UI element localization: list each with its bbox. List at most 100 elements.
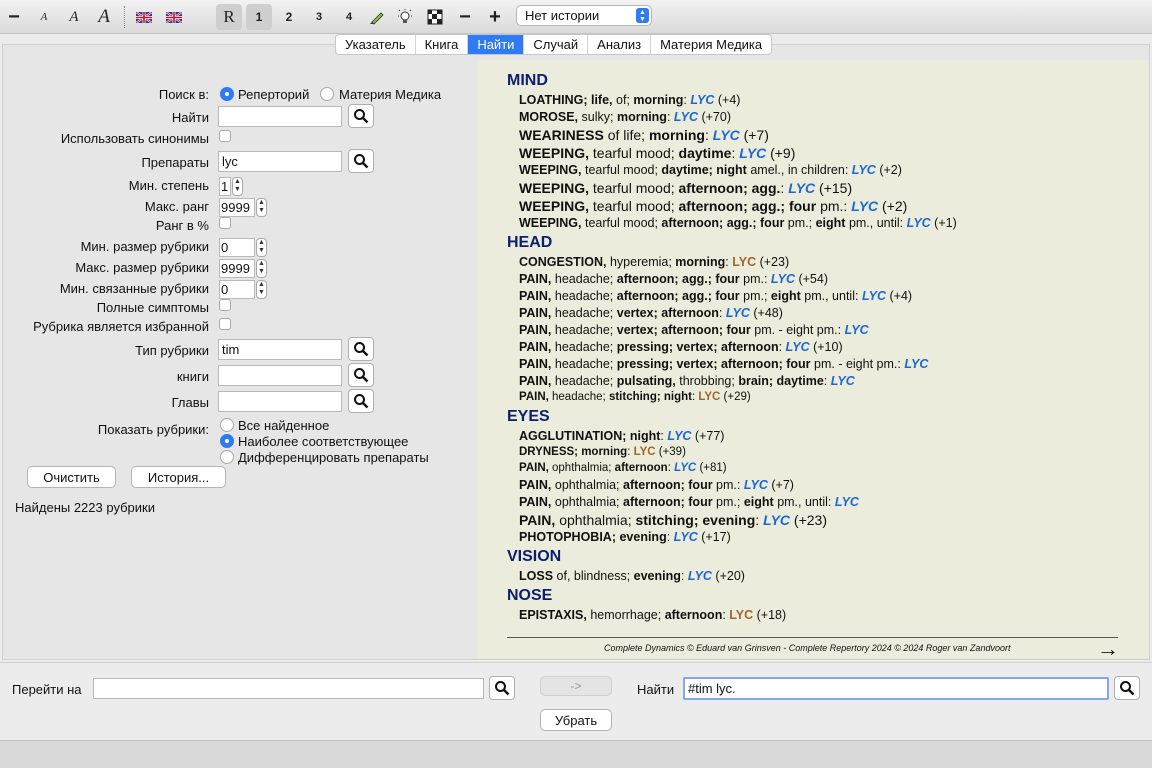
- remedy-link[interactable]: LYC: [674, 110, 698, 124]
- max-rubric-size-stepper[interactable]: ▲ ▼: [256, 259, 267, 278]
- remove-button[interactable]: Убрать: [540, 709, 612, 731]
- zoom-out-button[interactable]: −: [455, 4, 475, 30]
- remedy-link[interactable]: LYC: [862, 289, 886, 303]
- font-decrease-button[interactable]: −: [4, 4, 24, 30]
- language-en-button[interactable]: [135, 4, 153, 30]
- goto-input[interactable]: [93, 678, 484, 699]
- max-rubric-size-input[interactable]: 9999: [219, 259, 255, 278]
- rubric-row[interactable]: AGGLUTINATION; night: LYC (+77): [519, 429, 724, 443]
- rubric-row[interactable]: MOROSE, sulky; morning: LYC (+70): [519, 110, 731, 124]
- remedy-link[interactable]: LYC: [851, 198, 878, 214]
- rubric-row[interactable]: PAIN, headache; afternoon; agg.; four pm…: [519, 272, 828, 286]
- rubric-row[interactable]: PAIN, headache; stitching; night: LYC (+…: [519, 391, 751, 403]
- search-in-materia-medica-radio[interactable]: [320, 87, 334, 101]
- books-search-button[interactable]: [348, 363, 374, 387]
- tab-analysis[interactable]: Анализ: [588, 35, 652, 54]
- find-bottom-search-button[interactable]: [1114, 676, 1140, 700]
- show-best-match-radio[interactable]: [220, 434, 234, 448]
- rubric-row[interactable]: WEEPING, tearful mood; daytime; night am…: [519, 163, 902, 177]
- remedy-link[interactable]: LYC: [763, 512, 790, 528]
- rubric-row[interactable]: WEEPING, tearful mood; afternoon; agg.: …: [519, 180, 852, 196]
- remedy-link[interactable]: LYC: [698, 391, 720, 403]
- remedy-link[interactable]: LYC: [739, 145, 766, 161]
- find-input[interactable]: [218, 106, 342, 127]
- remedy-link[interactable]: LYC: [690, 93, 714, 107]
- hint-button[interactable]: [395, 4, 415, 30]
- min-degree-stepper[interactable]: ▲ ▼: [232, 177, 243, 196]
- rubric-type-search-button[interactable]: [348, 337, 374, 361]
- rubric-row[interactable]: PAIN, headache; afternoon; agg.; four pm…: [519, 289, 912, 303]
- max-rank-input[interactable]: 9999: [219, 198, 255, 217]
- chapters-search-button[interactable]: [348, 389, 374, 413]
- tab-find[interactable]: Найти: [468, 35, 525, 54]
- font-medium-button[interactable]: A: [64, 4, 84, 30]
- chapter-heading[interactable]: VISION: [507, 548, 561, 566]
- rubric-row[interactable]: WEARINESS of life; morning: LYC (+7): [519, 127, 769, 143]
- remedy-link[interactable]: LYC: [845, 323, 869, 337]
- remedy-link[interactable]: LYC: [732, 255, 756, 269]
- remedy-link[interactable]: LYC: [852, 163, 876, 177]
- next-page-arrow-icon[interactable]: →: [1097, 638, 1119, 660]
- remedy-link[interactable]: LYC: [634, 446, 656, 458]
- arrow-button[interactable]: ->: [540, 676, 612, 696]
- tab-book[interactable]: Книга: [416, 35, 469, 54]
- remedy-link[interactable]: LYC: [786, 340, 810, 354]
- remedy-link[interactable]: LYC: [788, 180, 815, 196]
- remedy-link[interactable]: LYC: [674, 462, 696, 474]
- language-en-alt-button[interactable]: [165, 4, 183, 30]
- tab-case[interactable]: Случай: [524, 35, 589, 54]
- min-rubric-size-stepper[interactable]: ▲ ▼: [256, 238, 267, 257]
- min-related-input[interactable]: 0: [219, 280, 255, 299]
- rubric-row[interactable]: EPISTAXIS, hemorrhage; afternoon: LYC (+…: [519, 608, 786, 622]
- chapter-heading[interactable]: EYES: [507, 408, 550, 426]
- show-differentiate-radio[interactable]: [220, 450, 234, 464]
- zoom-in-button[interactable]: +: [485, 4, 505, 30]
- rubric-row[interactable]: PAIN, ophthalmia; afternoon: LYC (+81): [519, 462, 727, 474]
- level-1-button[interactable]: 1: [246, 4, 272, 30]
- level-4-button[interactable]: 4: [339, 4, 359, 30]
- rubric-row[interactable]: CONGESTION, hyperemia; morning: LYC (+23…: [519, 255, 789, 269]
- remedies-input[interactable]: lyc: [218, 151, 342, 172]
- tab-materia-medica[interactable]: Материя Медика: [651, 35, 771, 54]
- books-input[interactable]: [218, 365, 342, 386]
- rubric-row[interactable]: PAIN, headache; pressing; vertex; aftern…: [519, 340, 843, 354]
- remedy-link[interactable]: LYC: [726, 306, 750, 320]
- history-button[interactable]: История...: [131, 466, 226, 488]
- favorite-checkbox[interactable]: [219, 318, 231, 330]
- rubric-type-input[interactable]: tim: [218, 339, 342, 360]
- remedy-link[interactable]: LYC: [831, 374, 855, 388]
- find-bottom-input[interactable]: #tim lyc.: [683, 677, 1109, 700]
- level-2-button[interactable]: 2: [279, 4, 299, 30]
- remedy-link[interactable]: LYC: [907, 216, 931, 230]
- font-small-button[interactable]: A: [36, 4, 52, 30]
- clear-button[interactable]: Очистить: [27, 466, 116, 488]
- rubric-row[interactable]: PAIN, headache; vertex; afternoon; four …: [519, 323, 869, 337]
- rank-percent-checkbox[interactable]: [219, 217, 231, 229]
- remedy-link[interactable]: LYC: [667, 429, 691, 443]
- rubric-row[interactable]: PAIN, ophthalmia; afternoon; four pm.: L…: [519, 478, 794, 492]
- remedy-link[interactable]: LYC: [835, 495, 859, 509]
- min-degree-input[interactable]: 1: [219, 177, 231, 196]
- chapter-heading[interactable]: MIND: [507, 72, 548, 90]
- rubric-row[interactable]: WEEPING, tearful mood; afternoon; agg.; …: [519, 198, 907, 214]
- level-3-button[interactable]: 3: [309, 4, 329, 30]
- highlighter-button[interactable]: [367, 4, 387, 30]
- chapter-heading[interactable]: NOSE: [507, 587, 552, 605]
- rubric-row[interactable]: PAIN, headache; vertex; afternoon: LYC (…: [519, 306, 783, 320]
- grid-view-button[interactable]: [425, 4, 445, 30]
- rubric-row[interactable]: PAIN, headache; pulsating, throbbing; br…: [519, 374, 855, 388]
- synonyms-checkbox[interactable]: [219, 130, 231, 142]
- min-related-stepper[interactable]: ▲ ▼: [256, 280, 267, 299]
- repertory-mode-button[interactable]: R: [216, 4, 242, 30]
- remedies-search-button[interactable]: [348, 149, 374, 173]
- remedy-link[interactable]: LYC: [771, 272, 795, 286]
- remedy-link[interactable]: LYC: [729, 608, 753, 622]
- search-in-repertory-radio[interactable]: [220, 87, 234, 101]
- remedy-link[interactable]: LYC: [904, 357, 928, 371]
- rubric-row[interactable]: PAIN, ophthalmia; afternoon; four pm.; e…: [519, 495, 859, 509]
- rubric-row[interactable]: LOATHING; life, of; morning: LYC (+4): [519, 93, 740, 107]
- chapter-heading[interactable]: HEAD: [507, 234, 552, 252]
- remedy-link[interactable]: LYC: [688, 569, 712, 583]
- history-select[interactable]: Нет истории ▲ ▼: [516, 5, 652, 26]
- rubric-row[interactable]: WEEPING, tearful mood; afternoon; agg.; …: [519, 216, 957, 230]
